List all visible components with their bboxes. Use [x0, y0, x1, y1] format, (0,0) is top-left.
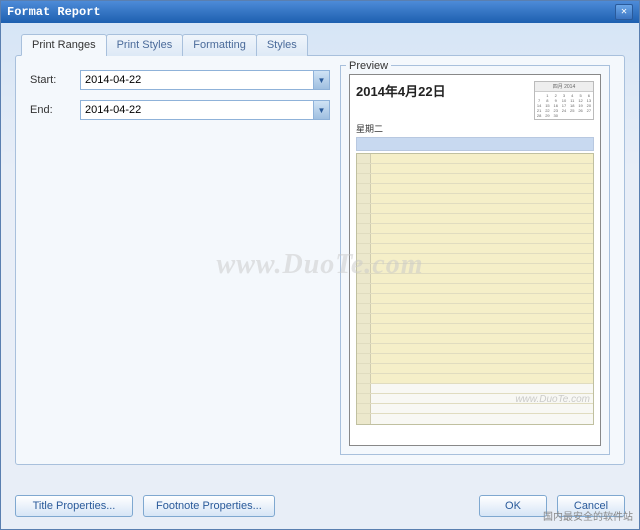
dropdown-icon[interactable]: ▼	[313, 101, 329, 119]
form-area: Start: 2014-04-22 ▼ End: 2014-04-22 ▼	[30, 70, 330, 120]
end-label: End:	[30, 104, 80, 116]
start-row: Start: 2014-04-22 ▼	[30, 70, 330, 90]
ok-button[interactable]: OK	[479, 495, 547, 517]
title-properties-button[interactable]: Title Properties...	[15, 495, 133, 517]
tab-strip: Print Ranges Print Styles Formatting Sty…	[21, 34, 625, 56]
tab-print-ranges[interactable]: Print Ranges	[21, 34, 107, 56]
preview-page: 2014年4月22日 四月 2014 123456 78910111213 14…	[349, 74, 601, 446]
titlebar: Format Report ✕	[1, 1, 639, 23]
dialog-window: Format Report ✕ Print Ranges Print Style…	[0, 0, 640, 530]
start-date-value: 2014-04-22	[85, 74, 141, 86]
preview-group: Preview 2014年4月22日 四月 2014 123456 789	[340, 60, 610, 455]
preview-label: Preview	[346, 60, 391, 72]
preview-header: 2014年4月22日 四月 2014 123456 78910111213 14…	[350, 75, 600, 122]
tab-formatting[interactable]: Formatting	[182, 34, 257, 56]
window-title: Format Report	[7, 5, 101, 19]
preview-allday-bar	[356, 137, 594, 151]
footer: Title Properties... Footnote Properties.…	[15, 495, 625, 517]
content-area: Print Ranges Print Styles Formatting Sty…	[1, 23, 639, 529]
corner-watermark: 国内最安全的软件站	[543, 508, 633, 523]
mini-calendar-header: 四月 2014	[535, 82, 593, 92]
preview-date: 2014年4月22日	[356, 81, 446, 100]
end-date-value: 2014-04-22	[85, 104, 141, 116]
preview-frame: 2014年4月22日 四月 2014 123456 78910111213 14…	[340, 65, 610, 455]
tab-print-styles[interactable]: Print Styles	[106, 34, 184, 56]
close-icon: ✕	[621, 6, 627, 18]
end-date-input[interactable]: 2014-04-22 ▼	[80, 100, 330, 120]
preview-weekday: 星期二	[350, 122, 600, 137]
tab-panel: Start: 2014-04-22 ▼ End: 2014-04-22 ▼ Pr…	[15, 55, 625, 465]
start-label: Start:	[30, 74, 80, 86]
mini-calendar-grid: 123456 78910111213 14151617181920 212223…	[535, 92, 593, 119]
dropdown-icon[interactable]: ▼	[313, 71, 329, 89]
footnote-properties-button[interactable]: Footnote Properties...	[143, 495, 275, 517]
mini-calendar: 四月 2014 123456 78910111213 1415161718192…	[534, 81, 594, 120]
tab-styles[interactable]: Styles	[256, 34, 308, 56]
end-row: End: 2014-04-22 ▼	[30, 100, 330, 120]
close-button[interactable]: ✕	[615, 4, 633, 20]
start-date-input[interactable]: 2014-04-22 ▼	[80, 70, 330, 90]
preview-timegrid	[356, 153, 594, 425]
watermark-small: www.DuoTe.com	[515, 394, 590, 405]
